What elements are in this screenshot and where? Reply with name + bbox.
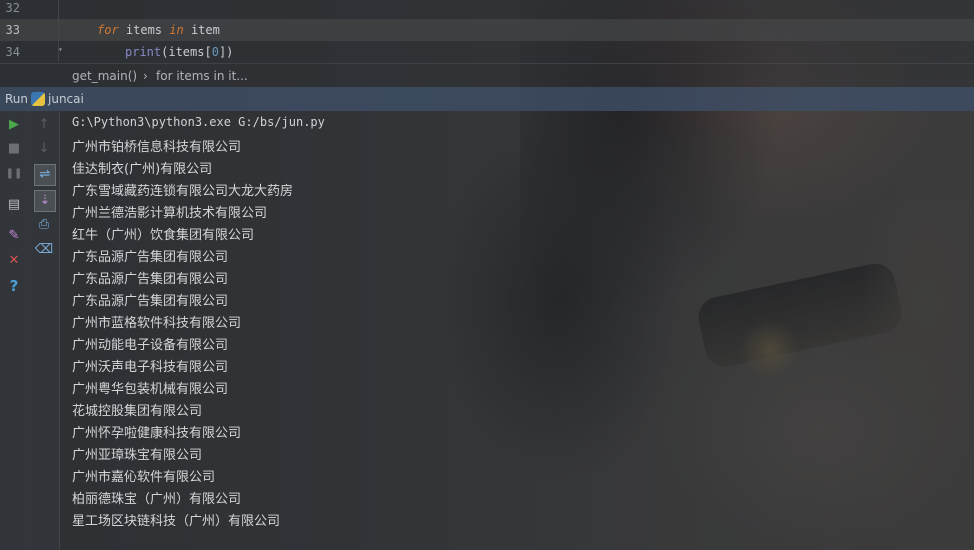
restore-layout-icon[interactable]: ▤ [4, 195, 24, 215]
iterable-name: item [183, 23, 220, 37]
console-output-line: 广州怀孕啦健康科技有限公司 [72, 426, 242, 441]
pause-icon[interactable]: ❚❚ [4, 164, 24, 184]
console-output-line: 广州动能电子设备有限公司 [72, 338, 229, 353]
print-args-open: (items[ [161, 45, 212, 59]
breadcrumb: get_main() › for items in it... [0, 63, 974, 88]
run-toolbar-right: ↑ ↓ ⇌ ⇣ ⎙ ⌫ [29, 111, 60, 550]
console-output-line: 广东品源广告集团有限公司 [72, 250, 229, 265]
run-toolbar-left: ▶ ■ ❚❚ ▤ ✎ ✕ ? [0, 111, 30, 550]
print-icon[interactable]: ⎙ [34, 215, 54, 235]
code-line-32[interactable]: 32 [0, 0, 974, 19]
run-config-tab[interactable]: juncai [48, 87, 84, 111]
code-text: for items in item [97, 19, 220, 41]
breadcrumb-block[interactable]: for items in it... [156, 64, 248, 88]
scroll-to-end-icon[interactable]: ⇣ [34, 190, 56, 212]
console-output-line: 佳达制衣(广州)有限公司 [72, 162, 213, 177]
console-output-line: 星工场区块链科技（广州）有限公司 [72, 514, 281, 529]
down-arrow-icon[interactable]: ↓ [34, 139, 54, 159]
pin-icon[interactable]: ✎ [4, 226, 24, 246]
code-line-34[interactable]: 34 print(items[0]) [0, 41, 974, 63]
line-number: 34 [5, 45, 20, 59]
index-literal: 0 [211, 45, 219, 59]
console-output-line: 广州市嘉伈软件有限公司 [72, 470, 216, 485]
help-icon[interactable]: ? [4, 276, 24, 296]
close-icon[interactable]: ✕ [4, 251, 24, 271]
stop-icon[interactable]: ■ [4, 139, 24, 159]
console-output-line: 广州亚璋珠宝有限公司 [72, 448, 203, 463]
console-output-line: 柏丽德珠宝（广州）有限公司 [72, 492, 242, 507]
run-icon[interactable]: ▶ [4, 115, 24, 135]
python-icon [31, 92, 45, 106]
line-number: 32 [5, 1, 20, 15]
console-output-line: 花城控股集团有限公司 [72, 404, 203, 419]
console-output-line: 广州市蓝格软件科技有限公司 [72, 316, 242, 331]
console-output[interactable]: G:\Python3\python3.exe G:/bs/jun.py 广州市铂… [60, 111, 974, 550]
loop-variable: items [118, 23, 170, 37]
code-text: print(items[0]) [125, 41, 233, 63]
keyword-in: in [169, 23, 184, 37]
console-output-line: 广东品源广告集团有限公司 [72, 294, 229, 309]
line-number: 33 [5, 23, 20, 37]
breadcrumb-function[interactable]: get_main() [72, 64, 137, 88]
console-command-line: G:\Python3\python3.exe G:/bs/jun.py [72, 115, 325, 129]
keyword-for: for [97, 23, 119, 37]
code-editor[interactable]: 32 33 ▾ for items in item 34 print(items… [0, 0, 974, 87]
breadcrumb-separator: › [143, 69, 148, 83]
console-output-line: 广东雪域藏药连锁有限公司大龙大药房 [72, 184, 294, 199]
up-arrow-icon[interactable]: ↑ [34, 115, 54, 135]
console-output-line: 广州沃声电子科技有限公司 [72, 360, 229, 375]
soft-wrap-icon[interactable]: ⇌ [34, 164, 56, 186]
print-args-close: ]) [218, 45, 234, 59]
console-output-line: 广州粤华包装机械有限公司 [72, 382, 229, 397]
code-line-33[interactable]: 33 ▾ for items in item [0, 19, 974, 54]
console-output-line: 广州市铂桥信息科技有限公司 [72, 140, 242, 155]
console-output-line: 广东品源广告集团有限公司 [72, 272, 229, 287]
clear-all-icon[interactable]: ⌫ [34, 240, 54, 260]
console-output-line: 广州兰德浩影计算机技术有限公司 [72, 206, 268, 221]
builtin-print: print [125, 45, 162, 59]
console-output-line: 红牛（广州）饮食集团有限公司 [72, 228, 255, 243]
run-panel-header: Run juncai [0, 87, 974, 111]
run-panel-title: Run [5, 92, 29, 106]
